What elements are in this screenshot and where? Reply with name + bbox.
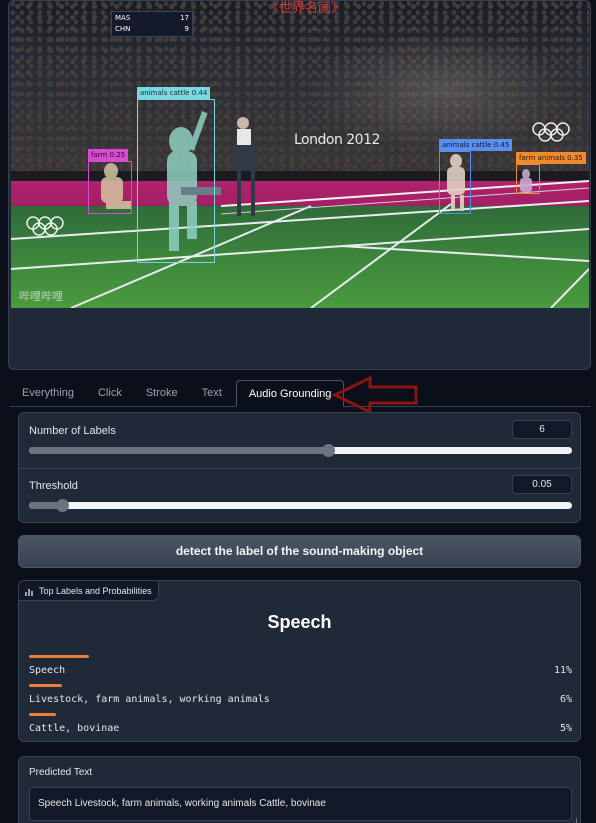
threshold-slider[interactable] <box>29 499 572 512</box>
watermark: 哔哩哔哩 <box>19 291 63 303</box>
panel-tag: Top Labels and Probabilities <box>19 581 159 601</box>
confidence-row: Speech 11% <box>29 655 572 676</box>
detection-label: animals cattle 0.44 <box>137 87 211 99</box>
detection-box: farm 0.25 <box>88 149 132 214</box>
slider-thumb[interactable] <box>55 499 69 512</box>
confidence-label: Speech <box>29 665 66 676</box>
confidence-row: Cattle, bovinae 5% <box>29 713 572 734</box>
confidence-bar <box>29 713 57 716</box>
detection-box: animals cattle 0.44 <box>137 87 215 263</box>
top-predicted-label: Speech <box>267 612 332 632</box>
num-labels-label: Number of Labels <box>29 425 116 437</box>
confidence-percent: 5% <box>559 723 572 734</box>
threshold-label: Threshold <box>29 480 78 492</box>
slider-thumb[interactable] <box>321 444 335 457</box>
confidence-bar <box>29 684 62 687</box>
predicted-text-panel: Predicted Text Speech Livestock, farm an… <box>18 756 581 823</box>
num-labels-slider-block: Number of Labels 6 <box>29 420 572 457</box>
tab-click[interactable]: Click <box>86 380 134 407</box>
confidence-bar <box>29 655 89 658</box>
arrow-annotation-icon <box>332 375 418 415</box>
segmented-output-image: MAS 17 CHN 9 《世界名画》 London 2012 哔哩哔哩 anima… <box>11 1 589 308</box>
detection-label: farm 0.25 <box>88 149 129 161</box>
tab-everything[interactable]: Everything <box>10 380 86 407</box>
tab-audio-grounding[interactable]: Audio Grounding <box>235 380 345 407</box>
london-2012-text: London 2012 <box>294 132 380 148</box>
tab-text[interactable]: Text <box>190 380 234 407</box>
detection-box: farm animals 0.35 <box>516 152 586 194</box>
confidence-row: Livestock, farm animals, working animals… <box>29 684 572 705</box>
predicted-text-label: Predicted Text <box>29 767 93 778</box>
confidence-percent: 11% <box>553 665 572 676</box>
resize-handle-icon[interactable] <box>571 818 577 823</box>
num-labels-slider[interactable] <box>29 444 572 457</box>
mode-tabs: Everything Click Stroke Text Audio Groun… <box>10 380 591 407</box>
bar-chart-icon <box>25 589 33 596</box>
confidence-percent: 6% <box>559 694 572 705</box>
threshold-input[interactable]: 0.05 <box>512 475 572 494</box>
tab-stroke[interactable]: Stroke <box>134 380 190 407</box>
output-image-panel: MAS 17 CHN 9 《世界名画》 London 2012 哔哩哔哩 anima… <box>8 0 591 370</box>
video-title-overlay: 《世界名画》 <box>266 1 345 15</box>
confidence-label: Cattle, bovinae <box>29 723 120 734</box>
top-labels-panel: Top Labels and Probabilities Speech Spee… <box>18 580 581 742</box>
detection-label: animals cattle 0.45 <box>439 139 513 151</box>
num-labels-input[interactable]: 6 <box>512 420 572 439</box>
detection-box: animals cattle 0.45 <box>439 139 513 214</box>
audio-grounding-controls: Number of Labels 6 Threshold 0.05 <box>18 412 581 523</box>
threshold-slider-block: Threshold 0.05 <box>29 475 572 512</box>
confidence-label: Livestock, farm animals, working animals <box>29 694 270 705</box>
predicted-text-field[interactable]: Speech Livestock, farm animals, working … <box>29 787 572 821</box>
scoreboard: MAS 17 CHN 9 <box>111 11 193 37</box>
detect-sound-object-button[interactable]: detect the label of the sound-making obj… <box>18 535 581 568</box>
detection-label: farm animals 0.35 <box>516 152 586 164</box>
